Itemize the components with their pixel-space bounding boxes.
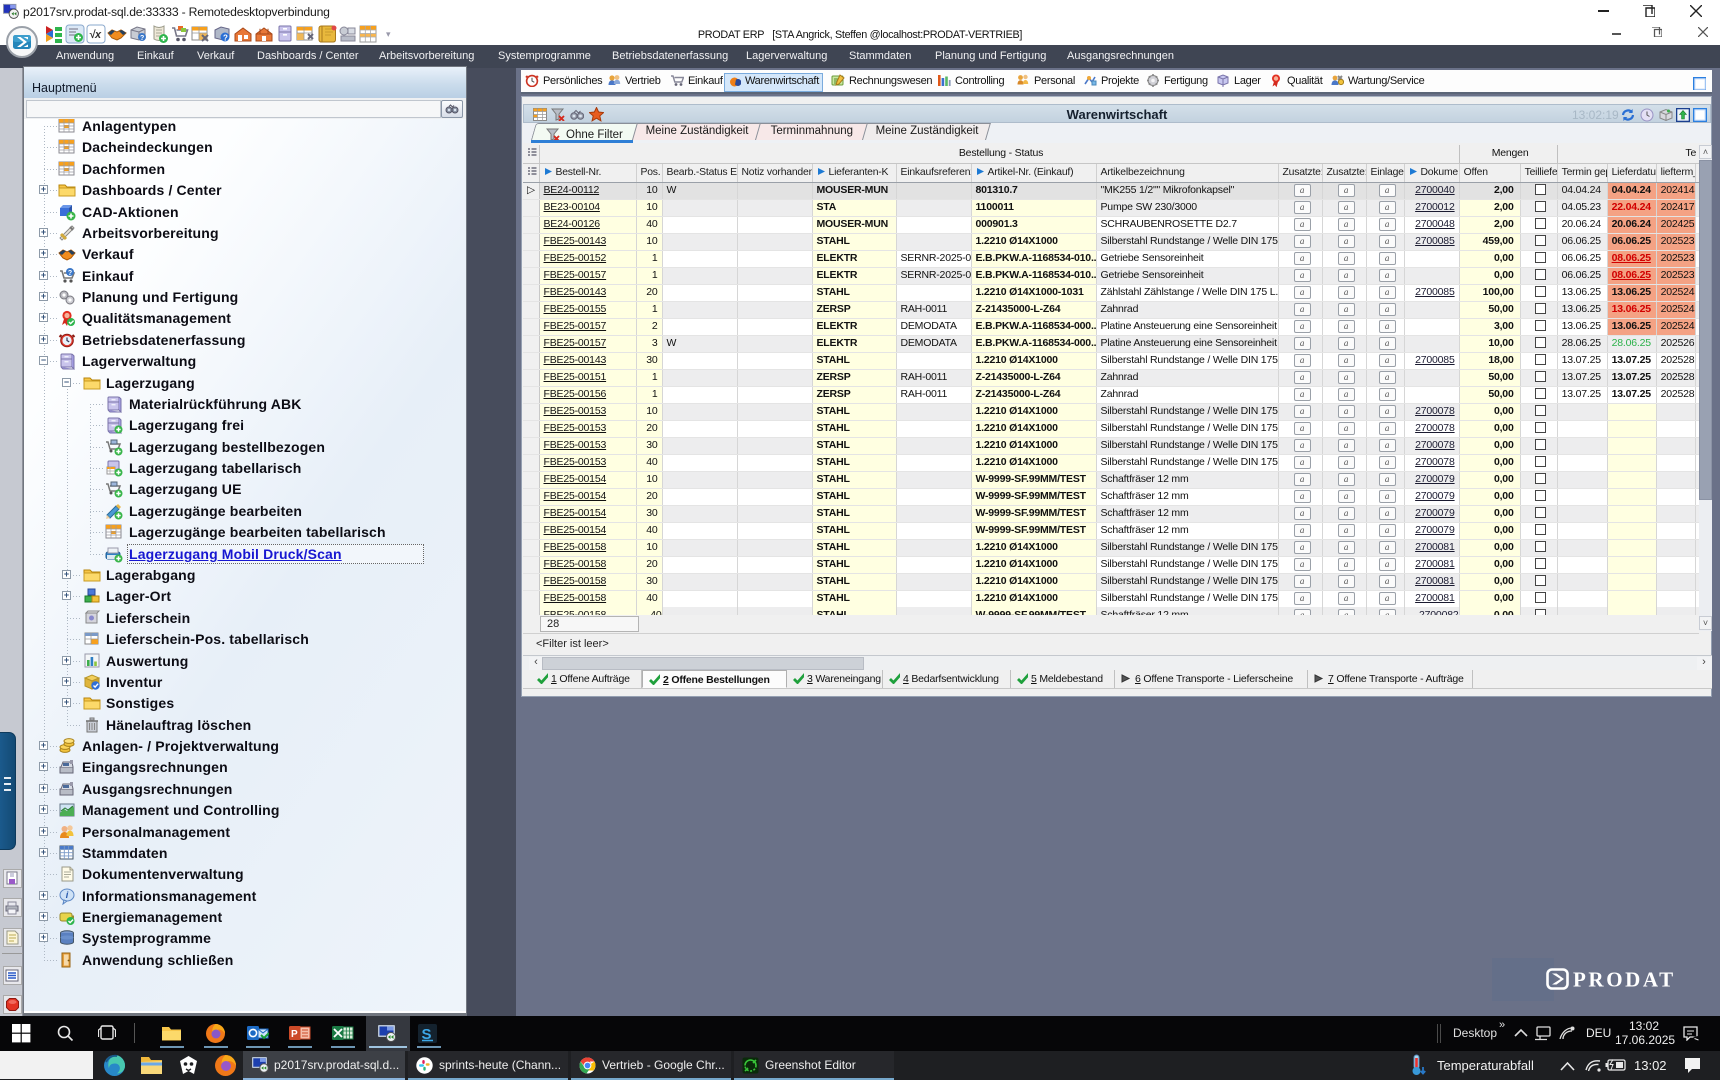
svg-text:?: ? [140,35,144,42]
svg-text:P: P [291,1029,298,1040]
svg-text:PRODAT: PRODAT [1573,968,1676,992]
svg-text:√x: √x [89,29,102,41]
svg-text:?: ? [223,34,228,43]
